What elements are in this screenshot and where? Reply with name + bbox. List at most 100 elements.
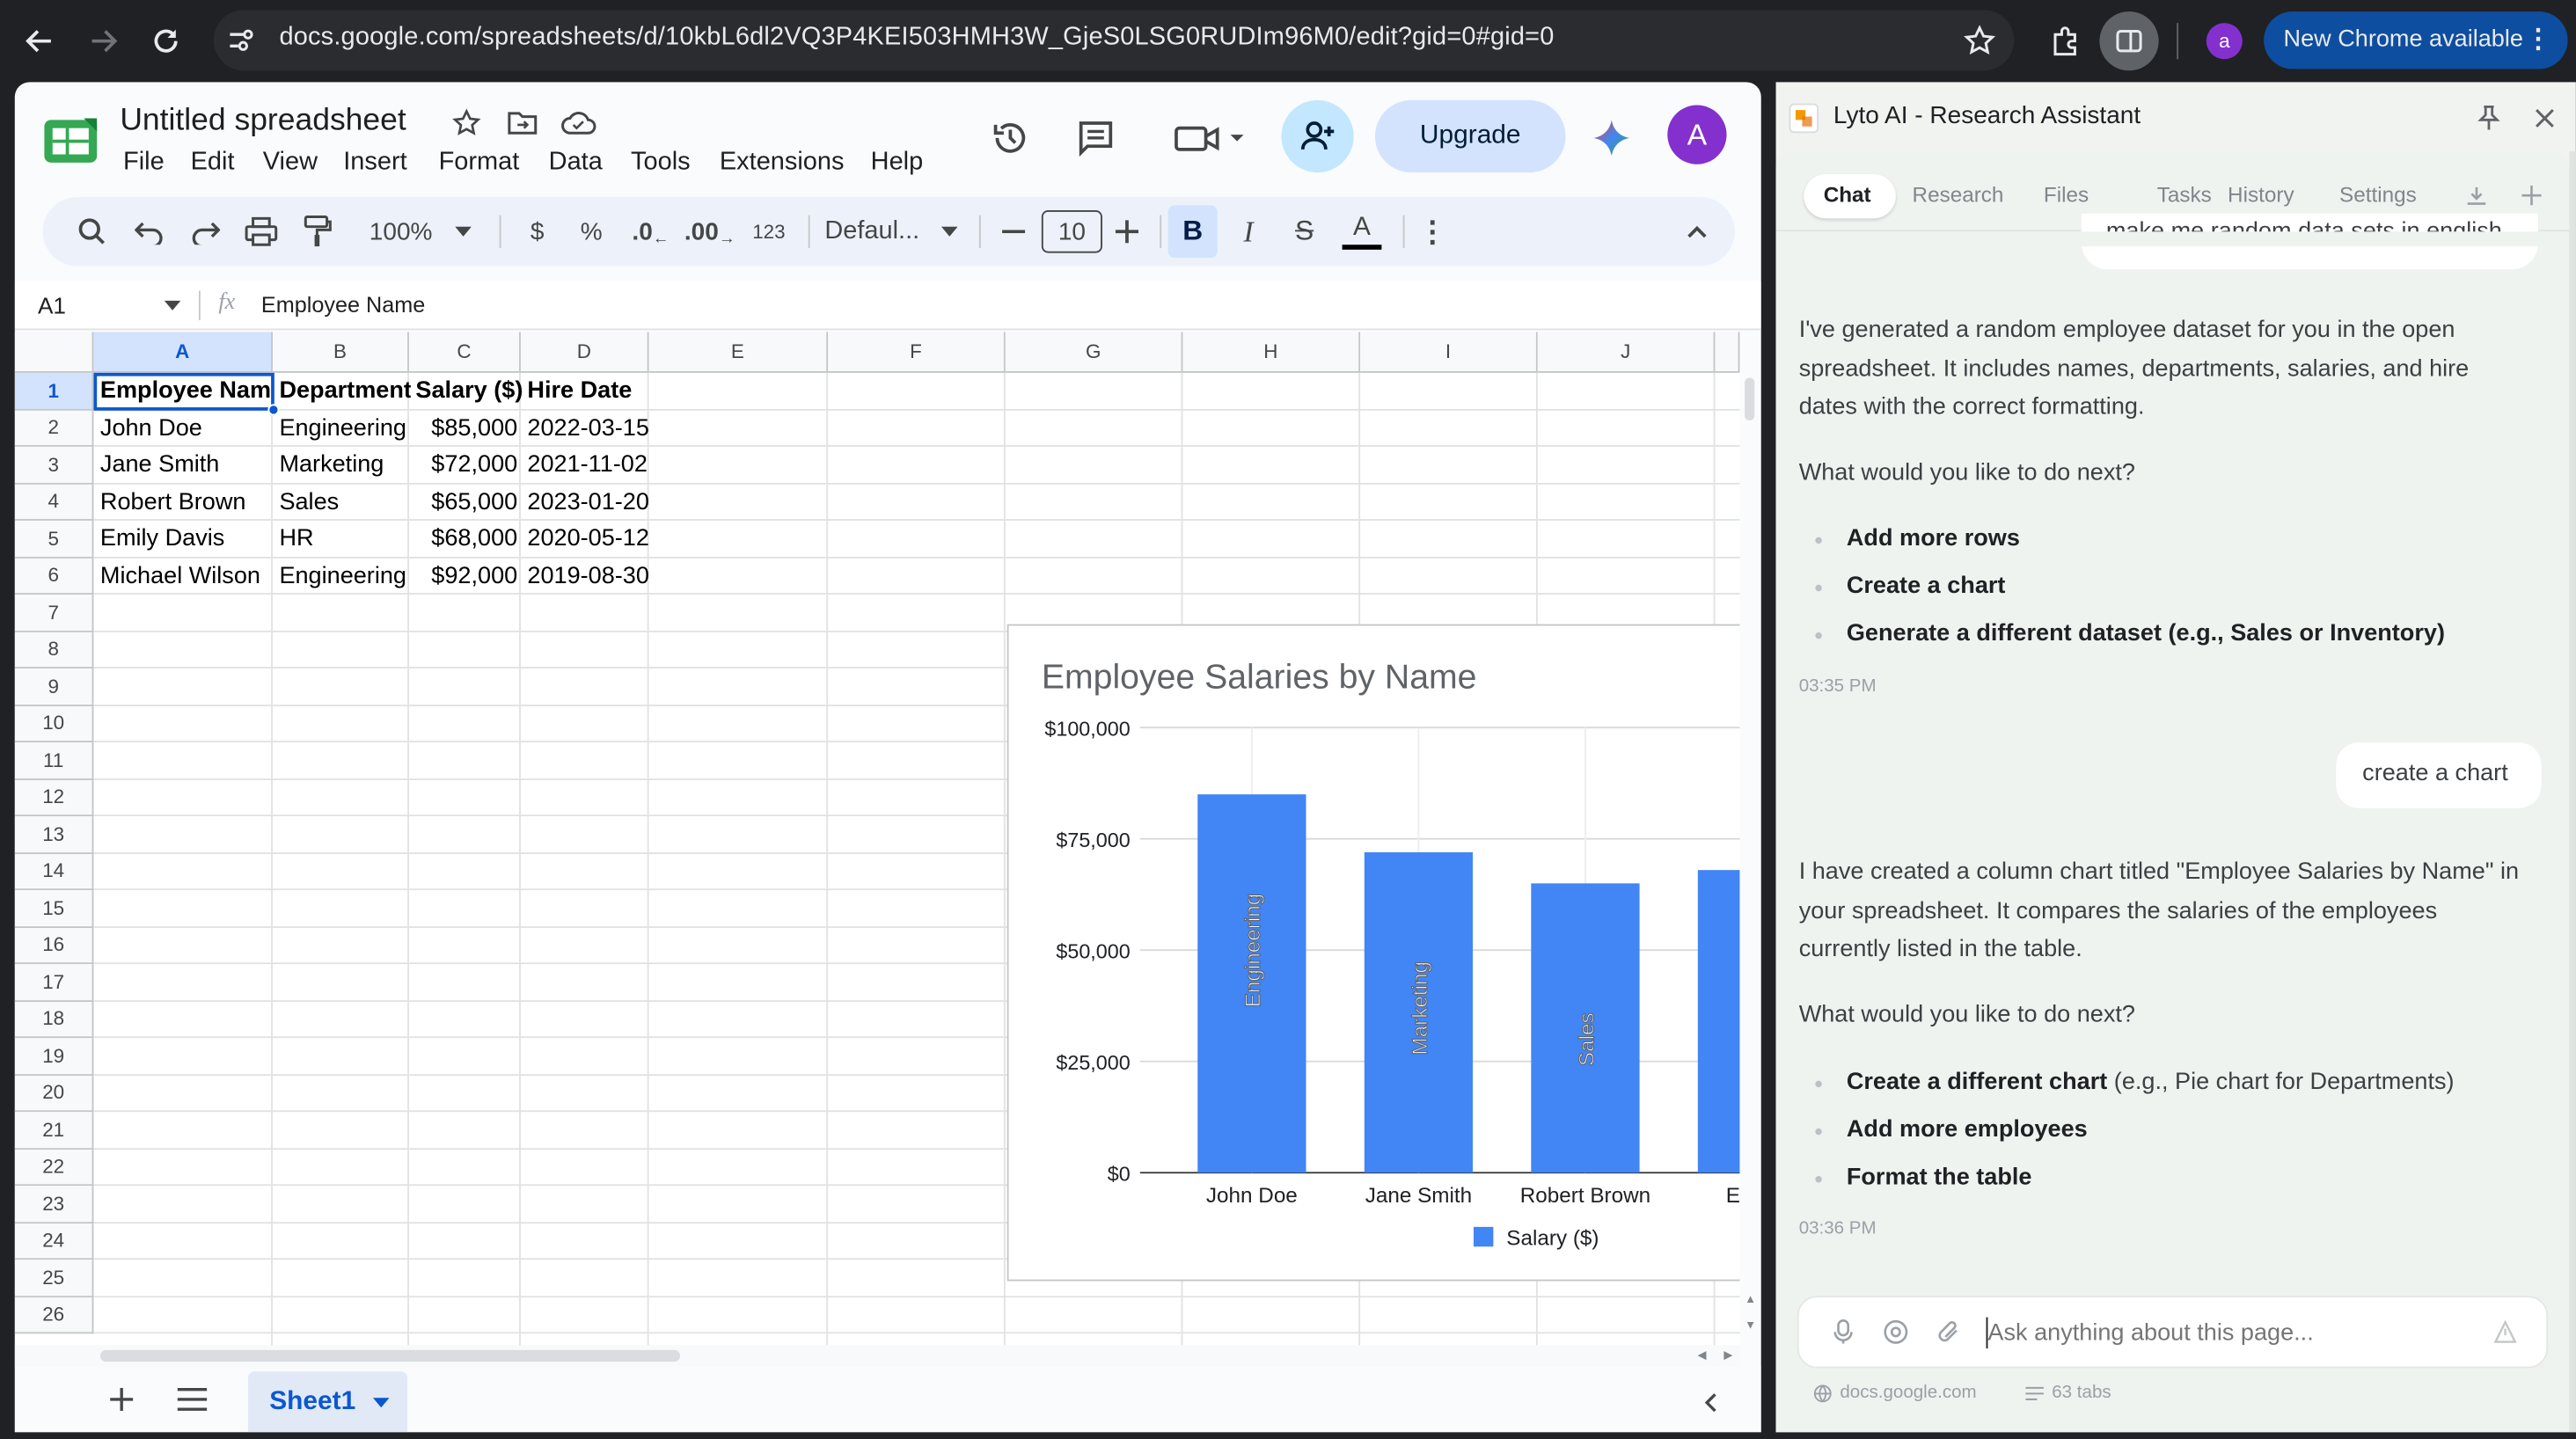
menu-insert[interactable]: Insert (343, 148, 406, 178)
increase-font-size-icon[interactable] (1109, 197, 1145, 266)
cell-d4[interactable]: 2023-01-20 (523, 484, 648, 521)
panel-scrollbar[interactable] (2569, 150, 2576, 1433)
side-panel-icon[interactable] (2099, 11, 2159, 71)
row-header-25[interactable]: 25 (14, 1260, 94, 1297)
cell-a5[interactable]: Emily Davis (95, 521, 273, 558)
column-header-j[interactable]: J (1537, 332, 1716, 373)
embedded-chart[interactable]: Employee Salaries by Name $0 $25,000 $50,00… (1006, 624, 1740, 1282)
column-header-b[interactable]: B (272, 332, 409, 373)
menu-help[interactable]: Help (871, 148, 924, 178)
close-panel-icon[interactable] (2528, 102, 2561, 135)
suggestion-different-dataset[interactable]: Generate a different dataset (e.g., Sale… (1847, 621, 2445, 647)
gemini-icon[interactable] (1589, 115, 1635, 161)
menu-view[interactable]: View (263, 148, 318, 178)
send-icon[interactable] (2491, 1318, 2521, 1348)
column-header-c[interactable]: C (408, 332, 521, 373)
row-header-20[interactable]: 20 (14, 1075, 94, 1113)
cell-c5[interactable]: $68,000 (411, 521, 523, 558)
name-box-dropdown-icon[interactable] (164, 300, 181, 310)
collapse-toolbar-icon[interactable] (1678, 197, 1717, 266)
reload-icon[interactable] (146, 21, 186, 61)
menu-extensions[interactable]: Extensions (720, 148, 845, 178)
row-header-7[interactable]: 7 (14, 594, 94, 632)
suggestion-add-employees[interactable]: Add more employees (1847, 1117, 2088, 1143)
suggestion-add-rows[interactable]: Add more rows (1847, 526, 2020, 552)
attach-icon[interactable] (1934, 1318, 1964, 1348)
column-header-e[interactable]: E (648, 332, 829, 373)
increase-decimal-button[interactable]: .00 → (684, 197, 735, 266)
zoom-dropdown-icon[interactable] (453, 197, 472, 266)
cell-b5[interactable]: HR (274, 521, 411, 558)
row-header-22[interactable]: 22 (14, 1149, 94, 1187)
print-icon[interactable] (241, 197, 281, 266)
back-icon[interactable] (19, 21, 59, 61)
row-header-18[interactable]: 18 (14, 1001, 94, 1039)
cell-c2[interactable]: $85,000 (411, 410, 523, 447)
menu-file[interactable]: File (123, 148, 165, 178)
font-dropdown-icon[interactable] (940, 197, 959, 266)
add-sheet-icon[interactable] (106, 1383, 138, 1415)
column-header-k[interactable] (1715, 332, 1740, 373)
cell-b2[interactable]: Engineering (274, 410, 411, 447)
tab-history[interactable]: History (2228, 182, 2294, 207)
italic-button[interactable]: I (1224, 197, 1273, 266)
font-size-input[interactable]: 10 (1041, 210, 1102, 253)
cell-a3[interactable]: Jane Smith (95, 447, 273, 484)
sheet-tab-sheet1[interactable]: Sheet1 (247, 1371, 408, 1433)
comments-icon[interactable] (1072, 115, 1118, 161)
row-header-13[interactable]: 13 (14, 816, 94, 854)
all-sheets-icon[interactable] (174, 1383, 210, 1415)
cell-d5[interactable]: 2020-05-12 (523, 521, 648, 558)
row-header-14[interactable]: 14 (14, 853, 94, 891)
row-header-9[interactable]: 9 (14, 668, 94, 706)
row-header-24[interactable]: 24 (14, 1223, 94, 1260)
undo-icon[interactable] (130, 197, 170, 266)
row-header-2[interactable]: 2 (14, 409, 94, 447)
vertical-scrollbar-thumb[interactable] (1745, 377, 1755, 421)
decrease-font-size-icon[interactable] (996, 197, 1032, 266)
redo-icon[interactable] (186, 197, 225, 266)
share-button[interactable] (1281, 99, 1354, 173)
cell-c3[interactable]: $72,000 (411, 447, 523, 484)
currency-format-button[interactable]: $ (519, 197, 555, 266)
column-header-g[interactable]: G (1005, 332, 1183, 373)
row-header-10[interactable]: 10 (14, 705, 94, 743)
star-icon[interactable] (449, 106, 485, 142)
suggestion-format-table[interactable]: Format the table (1847, 1165, 2032, 1191)
scroll-down-icon[interactable]: ▼ (1739, 1320, 1760, 1343)
strikethrough-button[interactable]: S (1280, 197, 1329, 266)
row-header-16[interactable]: 16 (14, 927, 94, 965)
menu-data[interactable]: Data (549, 148, 603, 178)
column-header-a[interactable]: A (93, 332, 273, 373)
download-icon[interactable] (2463, 182, 2489, 208)
menu-format[interactable]: Format (439, 148, 520, 178)
profile-avatar[interactable]: a (2206, 23, 2243, 60)
cell-c6[interactable]: $92,000 (411, 558, 523, 595)
bookmark-star-icon[interactable] (1960, 21, 2000, 61)
sheet-tab-dropdown-icon[interactable] (372, 1398, 390, 1408)
cell-b4[interactable]: Sales (274, 484, 411, 521)
row-header-6[interactable]: 6 (14, 557, 94, 595)
row-header-3[interactable]: 3 (14, 446, 94, 484)
cloud-saved-icon[interactable] (559, 106, 598, 142)
spreadsheet-grid[interactable]: A B C D E F G H I J Employee Name Depart… (14, 332, 1740, 1367)
text-color-button[interactable]: A (1336, 197, 1388, 266)
name-box[interactable]: A1 (38, 292, 66, 318)
pin-icon[interactable] (2472, 102, 2505, 135)
fill-handle[interactable] (267, 404, 280, 416)
tab-settings[interactable]: Settings (2339, 182, 2417, 207)
horizontal-scrollbar-thumb[interactable] (99, 1349, 681, 1362)
row-header-15[interactable]: 15 (14, 890, 94, 928)
cell-b6[interactable]: Engineering (274, 558, 411, 595)
explore-collapse-icon[interactable] (1694, 1386, 1726, 1419)
url-text[interactable]: docs.google.com/spreadsheets/d/10kbL6dl2… (279, 23, 1554, 53)
column-header-i[interactable]: I (1360, 332, 1538, 373)
version-history-icon[interactable] (987, 115, 1033, 161)
move-folder-icon[interactable] (504, 106, 540, 142)
cell-c1[interactable]: Salary ($) (411, 373, 522, 410)
formula-input[interactable]: Employee Name (261, 292, 425, 317)
chrome-update-button[interactable]: New Chrome available ⋮ (2264, 11, 2568, 69)
meet-icon[interactable] (1170, 115, 1249, 161)
more-options-icon[interactable]: ⋮ (1416, 197, 1449, 266)
number-format-button[interactable]: 123 (744, 197, 794, 266)
